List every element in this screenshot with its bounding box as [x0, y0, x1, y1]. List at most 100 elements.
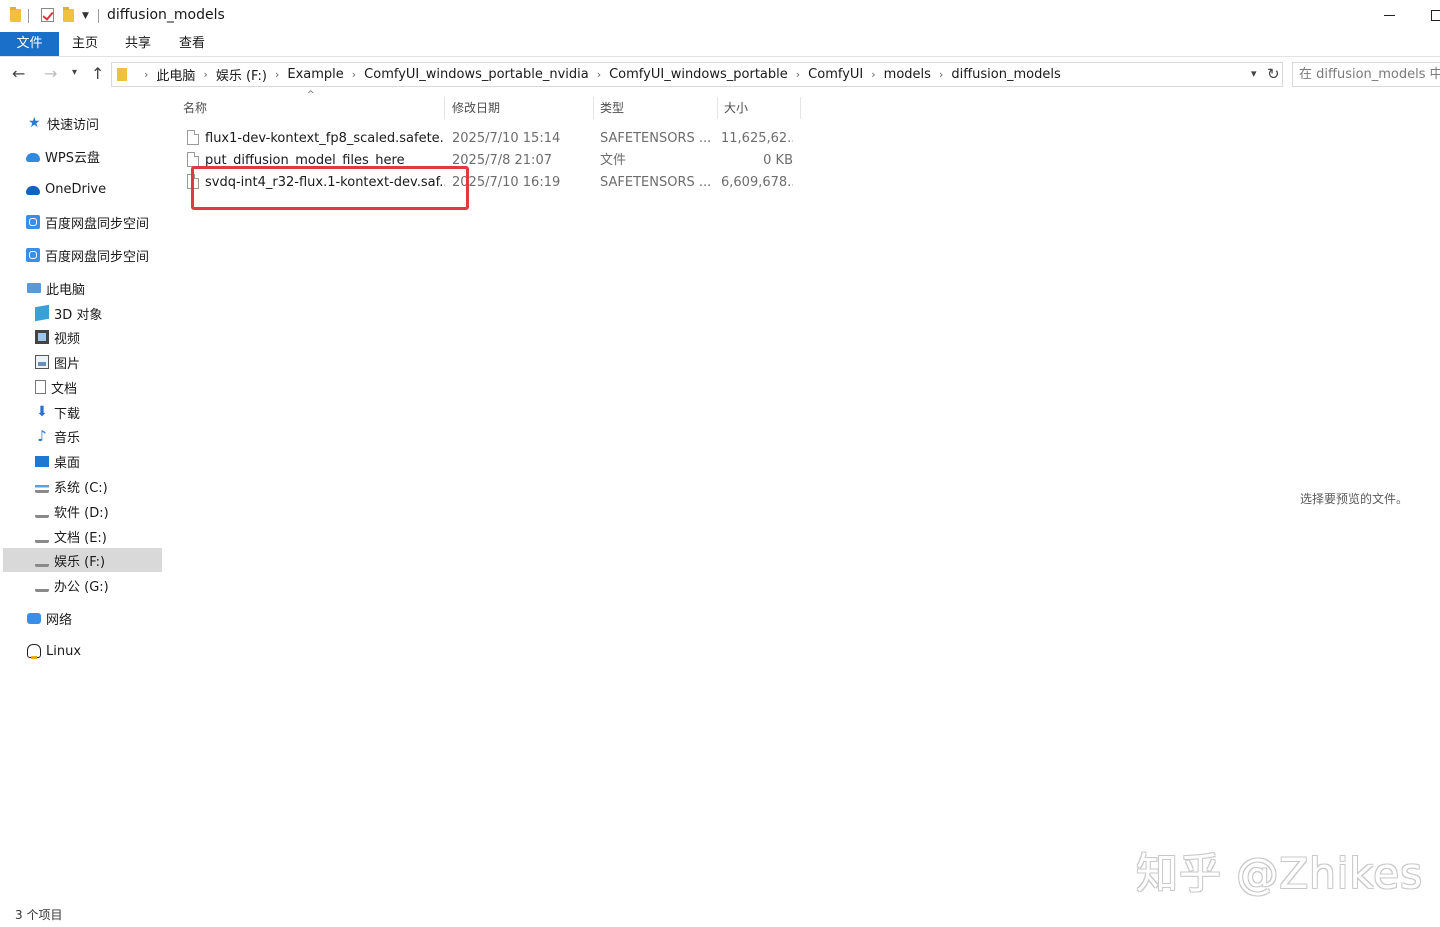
new-folder-icon[interactable]	[63, 7, 74, 22]
computer-icon	[27, 283, 41, 293]
sidebar-item-drive-g[interactable]: 办公 (G:)	[35, 573, 109, 597]
breadcrumb-comfyui-portable-nvidia[interactable]: ComfyUI_windows_portable_nvidia	[364, 67, 589, 82]
chevron-right-icon[interactable]: ›	[144, 68, 148, 81]
drive-icon	[35, 510, 49, 518]
sidebar-item-drive-e[interactable]: 文档 (E:)	[35, 524, 107, 548]
film-icon	[35, 330, 49, 344]
tab-file[interactable]: 文件	[0, 32, 59, 56]
sidebar-item-label: 快速访问	[47, 117, 100, 133]
chevron-right-icon[interactable]: ›	[203, 68, 207, 81]
sidebar-item-network[interactable]: 网络	[27, 606, 72, 630]
sidebar-item-drive-d[interactable]: 软件 (D:)	[35, 499, 109, 523]
chevron-down-icon[interactable]: ▼	[82, 11, 89, 21]
chevron-right-icon[interactable]: ›	[796, 68, 800, 81]
sidebar-item-label: 文档	[51, 381, 78, 397]
sidebar-item-baidu-sync-1[interactable]: 百度网盘同步空间	[26, 210, 149, 234]
sidebar-item-quick-access[interactable]: ★ 快速访问	[28, 111, 99, 135]
properties-icon[interactable]	[41, 8, 54, 22]
refresh-icon[interactable]: ↻	[1267, 65, 1280, 83]
chevron-right-icon[interactable]: ›	[275, 68, 279, 81]
folder-icon	[10, 7, 21, 22]
network-icon	[27, 612, 41, 624]
sidebar-item-label: 桌面	[54, 455, 81, 471]
linux-penguin-icon	[27, 644, 41, 659]
column-header-date[interactable]: 修改日期	[452, 97, 500, 119]
column-divider[interactable]	[593, 97, 594, 119]
separator	[98, 9, 99, 23]
sidebar-item-pictures[interactable]: 图片	[35, 350, 80, 374]
cloud-icon	[26, 153, 40, 162]
column-header-size[interactable]: 大小	[724, 97, 748, 119]
breadcrumb-drive-f[interactable]: 娱乐 (F:)	[216, 65, 267, 84]
file-row[interactable]: flux1-dev-kontext_fp8_scaled.safete... 2…	[181, 128, 801, 150]
search-input[interactable]: 在 diffusion_models 中搜索	[1292, 62, 1440, 87]
tab-home[interactable]: 主页	[60, 32, 110, 56]
sidebar-item-linux[interactable]: Linux	[27, 639, 81, 663]
recent-locations-chevron-icon[interactable]: ▾	[72, 67, 77, 78]
navigation-bar: ← → ▾ ↑ › 此电脑 › 娱乐 (F:) › Example › Comf…	[0, 58, 1440, 92]
chevron-right-icon[interactable]: ›	[597, 68, 601, 81]
address-history-chevron-icon[interactable]: ▾	[1251, 67, 1257, 80]
column-header-name[interactable]: 名称	[183, 97, 207, 119]
breadcrumb-example[interactable]: Example	[287, 67, 343, 82]
column-divider[interactable]	[444, 97, 445, 119]
up-arrow-icon[interactable]: ↑	[91, 64, 104, 83]
back-arrow-icon[interactable]: ←	[12, 64, 25, 83]
chevron-right-icon[interactable]: ›	[871, 68, 875, 81]
tab-share[interactable]: 共享	[112, 32, 164, 56]
sidebar-item-downloads[interactable]: ⬇ 下载	[35, 400, 80, 424]
column-header-type[interactable]: 类型	[600, 97, 624, 119]
sidebar-item-this-pc[interactable]: 此电脑	[27, 276, 85, 300]
breadcrumb-comfyui-portable[interactable]: ComfyUI_windows_portable	[609, 67, 788, 82]
sidebar-item-label: 图片	[54, 356, 81, 372]
sidebar-item-onedrive[interactable]: OneDrive	[26, 177, 106, 201]
sidebar-item-label: 系统 (C:)	[54, 480, 108, 496]
download-arrow-icon: ⬇	[36, 404, 48, 420]
window-title: diffusion_models	[107, 7, 225, 23]
file-icon	[187, 152, 199, 167]
chevron-right-icon[interactable]: ›	[352, 68, 356, 81]
breadcrumb-comfyui[interactable]: ComfyUI	[808, 67, 863, 82]
sidebar-item-label: 3D 对象	[54, 307, 103, 323]
sidebar-item-label: 办公 (G:)	[54, 579, 109, 595]
sidebar-item-videos[interactable]: 视频	[35, 325, 80, 349]
document-icon	[35, 380, 46, 394]
sidebar-item-3d-objects[interactable]: 3D 对象	[35, 301, 102, 325]
minimize-button[interactable]	[1384, 15, 1395, 16]
column-divider[interactable]	[800, 97, 801, 119]
sidebar-item-label: 百度网盘同步空间	[45, 216, 150, 232]
ribbon: 文件 主页 共享 查看	[0, 32, 1440, 57]
status-bar-item-count: 3 个项目	[15, 908, 63, 922]
onedrive-cloud-icon	[26, 186, 40, 195]
breadcrumb-this-pc[interactable]: 此电脑	[156, 65, 195, 84]
annotation-highlight-box	[191, 166, 469, 210]
sidebar-item-label: OneDrive	[45, 181, 107, 197]
forward-arrow-icon[interactable]: →	[44, 64, 57, 83]
file-date: 2025/7/10 15:14	[452, 131, 561, 146]
sidebar-item-drive-f[interactable]: 娱乐 (F:)	[3, 548, 162, 572]
sidebar-item-music[interactable]: ♪ 音乐	[35, 424, 80, 448]
sidebar-item-desktop[interactable]: 桌面	[35, 449, 80, 473]
cube-icon	[35, 304, 49, 322]
sidebar-item-label: WPS云盘	[45, 150, 100, 166]
breadcrumb-diffusion-models[interactable]: diffusion_models	[951, 67, 1060, 82]
file-date: 2025/7/10 16:19	[452, 175, 561, 190]
sidebar-item-wps[interactable]: WPS云盘	[26, 144, 100, 168]
breadcrumb-models[interactable]: models	[884, 67, 931, 82]
separator	[28, 9, 29, 23]
sidebar-item-label: Linux	[46, 643, 82, 659]
baidu-netdisk-icon	[26, 215, 40, 229]
column-divider[interactable]	[717, 97, 718, 119]
picture-icon	[35, 355, 49, 369]
sidebar-item-documents[interactable]: 文档	[35, 375, 77, 399]
tab-view[interactable]: 查看	[166, 32, 218, 56]
desktop-icon	[35, 455, 49, 467]
address-bar[interactable]: › 此电脑 › 娱乐 (F:) › Example › ComfyUI_wind…	[111, 62, 1283, 87]
file-date: 2025/7/8 21:07	[452, 153, 552, 168]
sidebar-item-drive-c[interactable]: 系统 (C:)	[35, 474, 108, 498]
chevron-right-icon[interactable]: ›	[939, 68, 943, 81]
system-drive-icon	[35, 484, 49, 493]
maximize-button[interactable]	[1431, 10, 1440, 21]
sidebar-item-baidu-sync-2[interactable]: 百度网盘同步空间	[26, 243, 149, 267]
baidu-netdisk-icon	[26, 248, 40, 262]
